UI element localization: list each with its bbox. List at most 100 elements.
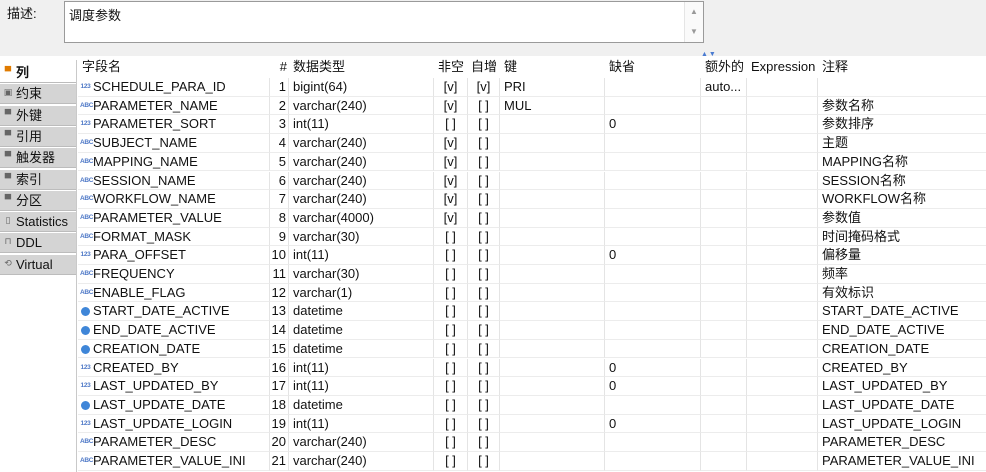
- field-name-cell[interactable]: END_DATE_ACTIVE: [78, 321, 270, 340]
- extra-cell[interactable]: [701, 171, 747, 191]
- field-name-cell[interactable]: ABC SUBJECT_NAME: [78, 134, 270, 153]
- key-cell[interactable]: [500, 171, 605, 191]
- table-row[interactable]: ABC PARAMETER_VALUE 8 varchar(4000) [v][ ] 参数…: [78, 208, 986, 228]
- not-null-cell[interactable]: [ ]: [434, 321, 468, 340]
- default-cell[interactable]: [605, 321, 701, 340]
- expression-cell[interactable]: [747, 190, 818, 209]
- auto-inc-cell[interactable]: [ ]: [468, 246, 500, 265]
- table-row[interactable]: END_DATE_ACTIVE 14 datetime[ ][ ] END_DATE_…: [78, 321, 986, 340]
- comment-cell[interactable]: CREATED_BY: [818, 359, 986, 378]
- auto-inc-cell[interactable]: [ ]: [468, 452, 500, 471]
- auto-inc-cell[interactable]: [ ]: [468, 414, 500, 434]
- row-number-cell[interactable]: 7: [270, 190, 289, 209]
- default-cell[interactable]: [605, 283, 701, 303]
- row-number-cell[interactable]: 17: [270, 377, 289, 396]
- expression-cell[interactable]: [747, 321, 818, 340]
- key-cell[interactable]: [500, 115, 605, 135]
- extra-cell[interactable]: [701, 358, 747, 378]
- key-cell[interactable]: [500, 227, 605, 247]
- auto-inc-cell[interactable]: [ ]: [468, 152, 500, 172]
- comment-cell[interactable]: PARAMETER_DESC: [818, 433, 986, 452]
- table-row[interactable]: 123 LAST_UPDATED_BY 17 int(11)[ ][ ] 0 LAST_U…: [78, 377, 986, 396]
- header-type[interactable]: 数据类型: [289, 56, 434, 78]
- not-null-cell[interactable]: [ ]: [434, 246, 468, 265]
- expression-cell[interactable]: [747, 171, 818, 191]
- not-null-cell[interactable]: [ ]: [434, 414, 468, 434]
- extra-cell[interactable]: [701, 265, 747, 284]
- key-cell[interactable]: [500, 452, 605, 471]
- not-null-cell[interactable]: [ ]: [434, 452, 468, 471]
- auto-inc-cell[interactable]: [ ]: [468, 377, 500, 396]
- default-cell[interactable]: [605, 265, 701, 284]
- extra-cell[interactable]: [701, 115, 747, 135]
- table-row[interactable]: ABC PARAMETER_NAME 2 varchar(240) [v][ ] MUL 参…: [78, 96, 986, 116]
- row-number-cell[interactable]: 8: [270, 208, 289, 228]
- comment-cell[interactable]: END_DATE_ACTIVE: [818, 321, 986, 340]
- tab-statistics[interactable]: ▯ Statistics: [0, 212, 76, 233]
- row-number-cell[interactable]: 14: [270, 321, 289, 340]
- data-type-cell[interactable]: datetime: [289, 321, 434, 340]
- table-row[interactable]: START_DATE_ACTIVE 13 datetime[ ][ ] START_D…: [78, 302, 986, 322]
- expression-cell[interactable]: [747, 377, 818, 396]
- row-number-cell[interactable]: 21: [270, 452, 289, 471]
- table-row[interactable]: 123 LAST_UPDATE_LOGIN 19 int(11)[ ][ ] 0 LAST…: [78, 414, 986, 434]
- key-cell[interactable]: [500, 152, 605, 172]
- default-cell[interactable]: 0: [605, 246, 701, 265]
- field-name-cell[interactable]: ABC FREQUENCY: [78, 265, 270, 284]
- key-cell[interactable]: [500, 246, 605, 265]
- comment-cell[interactable]: START_DATE_ACTIVE: [818, 302, 986, 322]
- field-name-cell[interactable]: ABC PARAMETER_NAME: [78, 96, 270, 116]
- not-null-cell[interactable]: [ ]: [434, 358, 468, 378]
- data-type-cell[interactable]: varchar(240): [289, 96, 434, 116]
- auto-inc-cell[interactable]: [ ]: [468, 321, 500, 340]
- default-cell[interactable]: [605, 227, 701, 247]
- not-null-cell[interactable]: [ ]: [434, 433, 468, 452]
- default-cell[interactable]: [605, 78, 701, 97]
- comment-cell[interactable]: 参数值: [818, 209, 986, 228]
- default-cell[interactable]: 0: [605, 414, 701, 434]
- table-row[interactable]: CREATION_DATE 15 datetime[ ][ ] CREATION_DA…: [78, 339, 986, 359]
- extra-cell[interactable]: [701, 190, 747, 209]
- data-type-cell[interactable]: int(11): [289, 115, 434, 135]
- table-row[interactable]: 123 CREATED_BY 16 int(11)[ ][ ] 0 CREATED_BY: [78, 358, 986, 378]
- row-number-cell[interactable]: 9: [270, 227, 289, 247]
- default-cell[interactable]: [605, 452, 701, 471]
- field-name-cell[interactable]: ABC SESSION_NAME: [78, 171, 270, 191]
- extra-cell[interactable]: [701, 152, 747, 172]
- tab-constraint[interactable]: ▣ 约束: [0, 84, 76, 105]
- header-name[interactable]: 字段名: [78, 56, 270, 78]
- key-cell[interactable]: [500, 208, 605, 228]
- header-expression[interactable]: Expression: [747, 56, 818, 78]
- auto-inc-cell[interactable]: [ ]: [468, 339, 500, 359]
- default-cell[interactable]: [605, 96, 701, 116]
- tab-foreign-key[interactable]: ▀ 外键: [0, 105, 76, 126]
- field-name-cell[interactable]: 123 CREATED_BY: [78, 358, 270, 378]
- tab-ddl[interactable]: ⊓ DDL: [0, 233, 76, 254]
- row-number-cell[interactable]: 11: [270, 265, 289, 284]
- data-type-cell[interactable]: int(11): [289, 246, 434, 265]
- comment-cell[interactable]: 参数名称: [818, 97, 986, 116]
- comment-cell[interactable]: LAST_UPDATE_DATE: [818, 396, 986, 415]
- data-type-cell[interactable]: varchar(30): [289, 227, 434, 247]
- data-type-cell[interactable]: datetime: [289, 302, 434, 322]
- data-type-cell[interactable]: datetime: [289, 395, 434, 415]
- table-row[interactable]: 123 PARA_OFFSET 10 int(11)[ ][ ] 0 偏移量: [78, 246, 986, 265]
- row-number-cell[interactable]: 13: [270, 302, 289, 322]
- header-extra[interactable]: 额外的: [701, 56, 747, 78]
- row-number-cell[interactable]: 2: [270, 96, 289, 116]
- data-type-cell[interactable]: int(11): [289, 377, 434, 396]
- expression-cell[interactable]: [747, 208, 818, 228]
- field-name-cell[interactable]: ABC MAPPING_NAME: [78, 152, 270, 172]
- extra-cell[interactable]: [701, 414, 747, 434]
- table-row[interactable]: LAST_UPDATE_DATE 18 datetime[ ][ ] LAST_UPD…: [78, 395, 986, 415]
- data-type-cell[interactable]: varchar(240): [289, 171, 434, 191]
- expression-cell[interactable]: [747, 414, 818, 434]
- description-textarea[interactable]: 调度参数 ▲ ▼: [64, 1, 704, 43]
- data-type-cell[interactable]: datetime: [289, 339, 434, 359]
- expression-cell[interactable]: [747, 227, 818, 247]
- field-name-cell[interactable]: START_DATE_ACTIVE: [78, 302, 270, 322]
- header-comment[interactable]: 注释: [818, 56, 986, 78]
- extra-cell[interactable]: auto...: [701, 78, 747, 97]
- row-number-cell[interactable]: 4: [270, 134, 289, 153]
- tab-reference[interactable]: ▀ 引用: [0, 126, 76, 147]
